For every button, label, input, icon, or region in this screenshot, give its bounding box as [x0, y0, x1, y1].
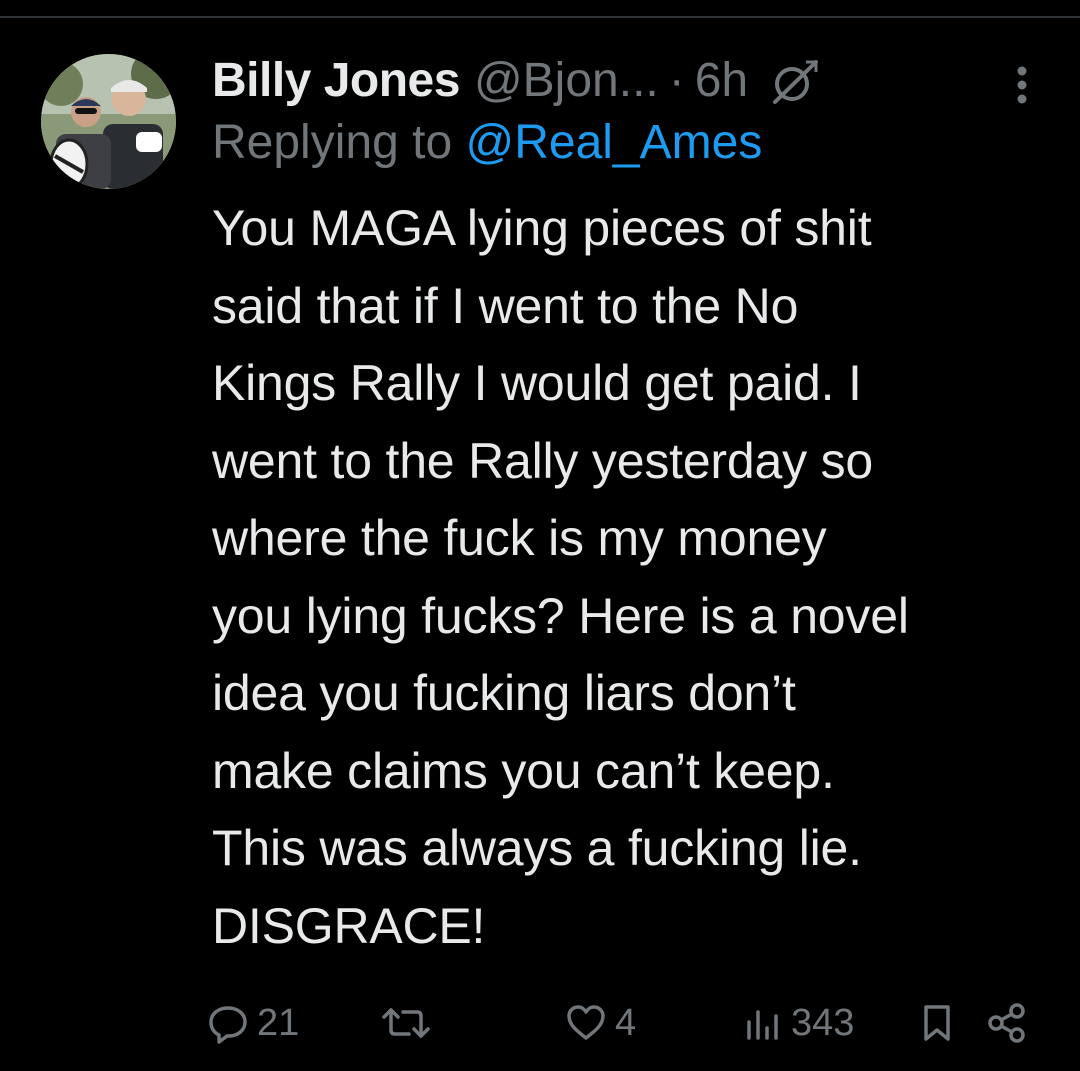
- tweet-content: Billy Jones @Bjon... · 6h Replying to @R…: [212, 50, 1042, 965]
- tweet-text-line: You MAGA lying pieces of shit: [212, 200, 872, 256]
- tweet-text-line: This was always a fucking lie.: [212, 820, 862, 876]
- tweet-actions: 21 4 343: [205, 995, 1035, 1051]
- bookmark-button[interactable]: [917, 995, 957, 1051]
- reply-count: 21: [257, 1001, 300, 1044]
- tweet[interactable]: Billy Jones @Bjon... · 6h Replying to @R…: [0, 20, 1080, 1071]
- like-count: 4: [615, 1001, 637, 1044]
- top-divider: [0, 0, 1080, 18]
- more-icon[interactable]: [1000, 58, 1044, 112]
- view-count: 343: [791, 1001, 855, 1044]
- tweet-text: You MAGA lying pieces of shit said that …: [212, 190, 1042, 965]
- tweet-text-line: said that if I went to the No: [212, 277, 799, 334]
- reply-button[interactable]: 21: [205, 995, 299, 1051]
- header-separator: ·: [668, 54, 685, 107]
- retweet-button[interactable]: [381, 995, 437, 1051]
- reply-icon: [209, 1006, 247, 1044]
- bookmark-icon: [924, 1005, 950, 1041]
- tweet-text-line: Kings Rally I would get paid. I: [212, 355, 862, 411]
- retweet-icon: [382, 1008, 430, 1038]
- author-handle[interactable]: @Bjon...: [474, 50, 659, 112]
- tweet-text-line: where the fuck is my money: [212, 510, 827, 566]
- like-icon: [567, 1005, 605, 1040]
- tweet-text-line: make claims you can’t keep.: [212, 742, 835, 799]
- views-button[interactable]: 343: [741, 995, 854, 1051]
- replying-to-mention[interactable]: @Real_Ames: [465, 116, 762, 169]
- avatar[interactable]: [41, 54, 176, 189]
- tweet-time[interactable]: 6h: [695, 50, 748, 112]
- share-button[interactable]: [985, 995, 1029, 1051]
- replying-to-label: Replying to: [212, 116, 453, 169]
- tweet-text-line: went to the Rally yesterday so: [212, 432, 873, 489]
- tweet-header: Billy Jones @Bjon... · 6h: [212, 50, 1042, 112]
- tweet-text-line: DISGRACE!: [212, 897, 486, 954]
- replying-to: Replying to @Real_Ames: [212, 112, 1042, 174]
- like-button[interactable]: 4: [563, 995, 636, 1051]
- tweet-text-line: you lying fucks? Here is a novel: [212, 587, 909, 644]
- avatar-photo: [41, 54, 176, 189]
- views-icon: [747, 1010, 778, 1040]
- author-display-name[interactable]: Billy Jones: [212, 50, 460, 112]
- tweet-text-line: idea you fucking liars don’t: [212, 665, 796, 721]
- share-icon: [988, 1003, 1025, 1043]
- grok-icon[interactable]: [770, 56, 820, 106]
